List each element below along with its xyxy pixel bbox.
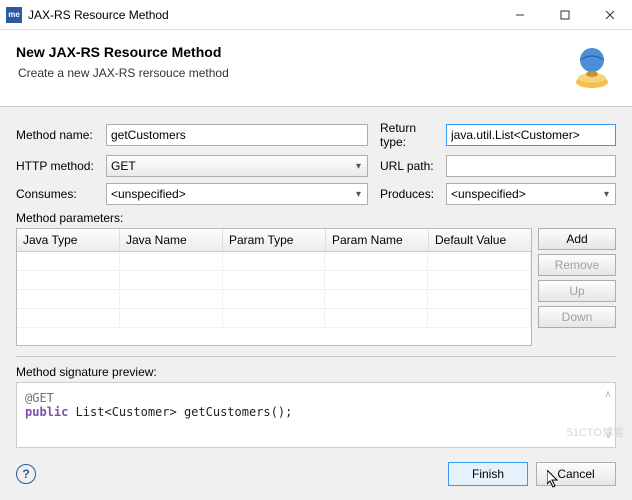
signature-preview: @GET public List<Customer> getCustomers(… xyxy=(16,382,616,448)
consumes-label: Consumes: xyxy=(16,187,102,201)
maximize-icon xyxy=(560,10,570,20)
up-button[interactable]: Up xyxy=(538,280,616,302)
produces-label: Produces: xyxy=(372,187,442,201)
remove-button[interactable]: Remove xyxy=(538,254,616,276)
table-row xyxy=(17,309,531,328)
dialog-body: Method name: Return type: HTTP method: G… xyxy=(0,107,632,458)
col-param-type[interactable]: Param Type xyxy=(223,229,326,251)
consumes-combo[interactable]: <unspecified> xyxy=(106,183,368,205)
table-header: Java Type Java Name Param Type Param Nam… xyxy=(17,229,531,252)
separator xyxy=(16,356,616,357)
app-icon: me xyxy=(6,7,22,23)
down-button[interactable]: Down xyxy=(538,306,616,328)
finish-button[interactable]: Finish xyxy=(448,462,528,486)
help-button[interactable]: ? xyxy=(16,464,36,484)
produces-value: <unspecified> xyxy=(451,187,526,201)
return-type-label: Return type: xyxy=(372,121,442,149)
return-type-input[interactable] xyxy=(446,124,616,146)
produces-combo[interactable]: <unspecified> xyxy=(446,183,616,205)
consumes-value: <unspecified> xyxy=(111,187,186,201)
scroll-up-icon[interactable]: ∧ xyxy=(605,389,611,400)
method-name-input[interactable] xyxy=(106,124,368,146)
close-button[interactable] xyxy=(587,0,632,30)
parameter-buttons: Add Remove Up Down xyxy=(538,228,616,346)
url-path-input[interactable] xyxy=(446,155,616,177)
wizard-icon xyxy=(568,44,616,92)
dialog-subtitle: Create a new JAX-RS rersouce method xyxy=(18,66,558,80)
watermark: 51CTO博客 xyxy=(567,424,624,440)
parameters-table[interactable]: Java Type Java Name Param Type Param Nam… xyxy=(16,228,532,346)
dialog-footer: ? Finish Cancel xyxy=(0,452,632,500)
table-row xyxy=(17,271,531,290)
preview-label: Method signature preview: xyxy=(16,365,616,379)
col-default-value[interactable]: Default Value xyxy=(429,229,531,251)
maximize-button[interactable] xyxy=(542,0,587,30)
dialog-title: New JAX-RS Resource Method xyxy=(16,44,558,60)
col-param-name[interactable]: Param Name xyxy=(326,229,429,251)
table-row xyxy=(17,290,531,309)
cancel-button[interactable]: Cancel xyxy=(536,462,616,486)
title-bar: me JAX-RS Resource Method xyxy=(0,0,632,30)
col-java-name[interactable]: Java Name xyxy=(120,229,223,251)
preview-annotation: @GET xyxy=(25,391,54,405)
preview-keyword: public xyxy=(25,405,68,419)
http-method-value: GET xyxy=(111,159,136,173)
minimize-icon xyxy=(515,10,525,20)
http-method-label: HTTP method: xyxy=(16,159,102,173)
parameters-label: Method parameters: xyxy=(16,211,616,225)
window-title: JAX-RS Resource Method xyxy=(28,8,497,22)
table-row xyxy=(17,252,531,271)
add-button[interactable]: Add xyxy=(538,228,616,250)
close-icon xyxy=(605,10,615,20)
http-method-combo[interactable]: GET xyxy=(106,155,368,177)
dialog-header: New JAX-RS Resource Method Create a new … xyxy=(0,30,632,107)
method-name-label: Method name: xyxy=(16,128,102,142)
preview-rest: List<Customer> getCustomers(); xyxy=(68,405,292,419)
url-path-label: URL path: xyxy=(372,159,442,173)
col-java-type[interactable]: Java Type xyxy=(17,229,120,251)
minimize-button[interactable] xyxy=(497,0,542,30)
